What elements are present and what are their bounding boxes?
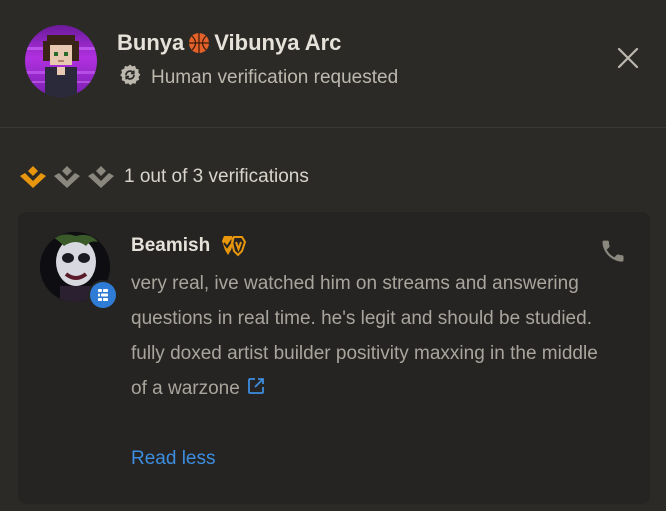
verifier-name[interactable]: Beamish — [131, 235, 210, 257]
verification-status: Human verification requested — [118, 63, 399, 93]
verification-count-text: 1 out of 3 verifications — [124, 166, 309, 187]
phone-button[interactable] — [598, 236, 628, 266]
user-avatar[interactable] — [25, 25, 97, 97]
verifier-avatar-badge — [88, 280, 118, 310]
name-part-2: Vibunya Arc — [214, 30, 342, 55]
notification-title: Bunya Vibunya Arc — [117, 29, 341, 57]
basketball-icon — [188, 32, 210, 54]
stack-icon — [98, 289, 108, 301]
comment-text: very real, ive watched him on streams an… — [131, 273, 598, 399]
verification-check-icon-inactive — [88, 166, 114, 188]
verified-shield-icon — [222, 236, 247, 257]
verifier-name-row: Beamish — [131, 232, 252, 260]
verification-comment: very real, ive watched him on streams an… — [131, 266, 601, 408]
verification-progress: 1 out of 3 verifications — [18, 162, 309, 192]
verification-check-icon-inactive — [54, 166, 80, 188]
verification-check-icon-active — [20, 166, 46, 188]
phone-icon — [602, 240, 624, 262]
status-text: Human verification requested — [151, 67, 399, 88]
external-link-icon[interactable] — [246, 373, 266, 408]
verification-card: Beamish very real, ive watched him on st… — [18, 212, 650, 504]
verification-icons — [18, 164, 116, 190]
close-icon — [617, 47, 639, 69]
close-button[interactable] — [613, 43, 643, 73]
gear-refresh-icon — [118, 63, 142, 93]
read-less-link[interactable]: Read less — [131, 448, 216, 470]
notification-header: Bunya Vibunya Arc Human verification req… — [0, 0, 666, 128]
name-part-1: Bunya — [117, 30, 185, 55]
